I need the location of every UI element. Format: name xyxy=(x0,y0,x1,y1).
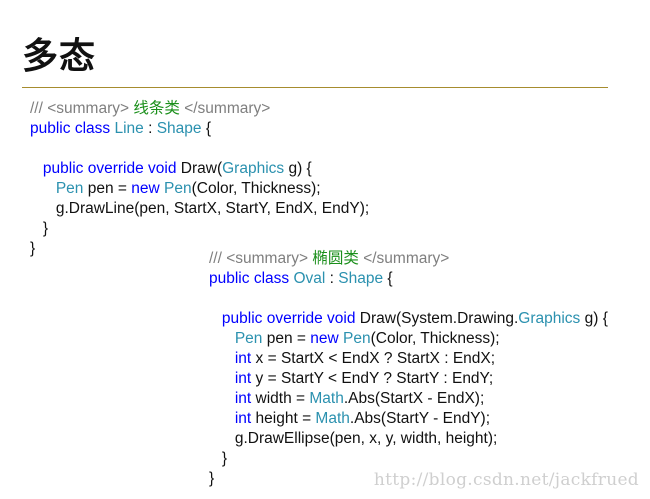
code-token-plain: g.DrawLine(pen, StartX, StartY, EndX, En… xyxy=(30,200,370,217)
code-token-type: Pen xyxy=(164,180,192,197)
code-token-comment: </summary> xyxy=(358,250,450,267)
code-line: public override void Draw(System.Drawing… xyxy=(209,309,608,329)
code-line: Pen pen = new Pen(Color, Thickness); xyxy=(30,179,369,199)
code-token-plain: { xyxy=(383,270,393,287)
title-divider xyxy=(22,87,608,88)
code-token-comment: </summary> xyxy=(179,100,271,117)
code-token-type: Shape xyxy=(156,120,202,137)
code-token-plain: x = StartX < EndX ? StartX : EndX; xyxy=(251,350,496,367)
code-token-plain: } xyxy=(209,450,228,467)
code-block-oval-class: /// <summary> 椭圆类 </summary> public class… xyxy=(209,249,608,489)
code-line: public override void Draw(Graphics g) { xyxy=(30,159,369,179)
code-token-plain: : xyxy=(325,270,339,287)
code-line: g.DrawEllipse(pen, x, y, width, height); xyxy=(209,429,608,449)
code-line: /// <summary> 椭圆类 </summary> xyxy=(209,249,608,269)
code-token-plain: } xyxy=(30,240,36,257)
code-token-plain: (Color, Thickness); xyxy=(191,180,321,197)
slide-title: 多态 xyxy=(22,36,97,77)
code-line: } xyxy=(209,449,608,469)
code-token-type: Pen xyxy=(234,330,263,347)
code-token-type: Pen xyxy=(55,180,84,197)
code-token-type: Shape xyxy=(338,270,384,287)
code-token-kw: override xyxy=(266,310,323,327)
code-token-plain: Draw(System.Drawing. xyxy=(355,310,519,327)
code-token-kw: int xyxy=(234,410,252,427)
code-token-type: Graphics xyxy=(222,160,285,177)
code-line: int height = Math.Abs(StartY - EndY); xyxy=(209,409,608,429)
code-token-kw: public xyxy=(30,120,71,137)
code-token-plain: (Color, Thickness); xyxy=(370,330,500,347)
code-token-kw: int xyxy=(234,370,252,387)
code-token-kw: new xyxy=(310,330,339,347)
code-token-plain: pen = xyxy=(83,180,132,197)
code-token-kw: void xyxy=(148,160,177,177)
code-token-cn: 线条类 xyxy=(133,100,180,117)
code-line: } xyxy=(30,219,369,239)
code-line: public class Oval : Shape { xyxy=(209,269,608,289)
code-token-type: Math xyxy=(315,410,350,427)
code-token-kw: public xyxy=(209,270,250,287)
code-line: Pen pen = new Pen(Color, Thickness); xyxy=(209,329,608,349)
code-line: /// <summary> 线条类 </summary> xyxy=(30,99,369,119)
watermark-url: http://blog.csdn.net/jackfrued xyxy=(373,470,639,490)
code-token-comment: /// <summary> xyxy=(30,100,134,117)
code-line: int x = StartX < EndX ? StartX : EndX; xyxy=(209,349,608,369)
code-token-plain: g) { xyxy=(580,310,608,327)
code-token-type: Graphics xyxy=(518,310,581,327)
code-line: public class Line : Shape { xyxy=(30,119,369,139)
code-token-plain: } xyxy=(209,470,215,487)
code-token-plain: height = xyxy=(251,410,316,427)
code-token-comment: /// <summary> xyxy=(209,250,313,267)
code-block-line-class: /// <summary> 线条类 </summary> public class… xyxy=(30,99,369,259)
code-line: int width = Math.Abs(StartX - EndX); xyxy=(209,389,608,409)
code-token-kw: public xyxy=(42,160,84,177)
code-token-plain: .Abs(StartX - EndX); xyxy=(343,390,485,407)
code-token-cn: 椭圆类 xyxy=(312,250,359,267)
code-token-plain: { xyxy=(201,120,211,137)
code-token-kw: int xyxy=(234,390,252,407)
code-token-kw: new xyxy=(131,180,160,197)
code-token-type: Line xyxy=(114,120,144,137)
code-token-plain: pen = xyxy=(262,330,311,347)
code-token-kw: class xyxy=(74,120,111,137)
code-token-plain: .Abs(StartY - EndY); xyxy=(349,410,491,427)
code-line: g.DrawLine(pen, StartX, StartY, EndX, En… xyxy=(30,199,369,219)
code-token-kw: void xyxy=(327,310,356,327)
code-token-type: Math xyxy=(309,390,344,407)
code-token-kw: override xyxy=(87,160,144,177)
code-token-kw: int xyxy=(234,350,252,367)
code-token-type: Pen xyxy=(343,330,371,347)
code-token-kw: class xyxy=(253,270,290,287)
code-token-kw: public xyxy=(221,310,263,327)
code-token-plain: g.DrawEllipse(pen, x, y, width, height); xyxy=(209,430,498,447)
code-token-plain: : xyxy=(143,120,157,137)
code-token-plain: y = StartY < EndY ? StartY : EndY; xyxy=(251,370,494,387)
code-line: int y = StartY < EndY ? StartY : EndY; xyxy=(209,369,608,389)
code-token-plain: width = xyxy=(251,390,310,407)
code-token-plain: } xyxy=(30,220,49,237)
code-token-type: Oval xyxy=(293,270,326,287)
code-token-plain: Draw( xyxy=(176,160,223,177)
code-token-plain: g) { xyxy=(284,160,312,177)
